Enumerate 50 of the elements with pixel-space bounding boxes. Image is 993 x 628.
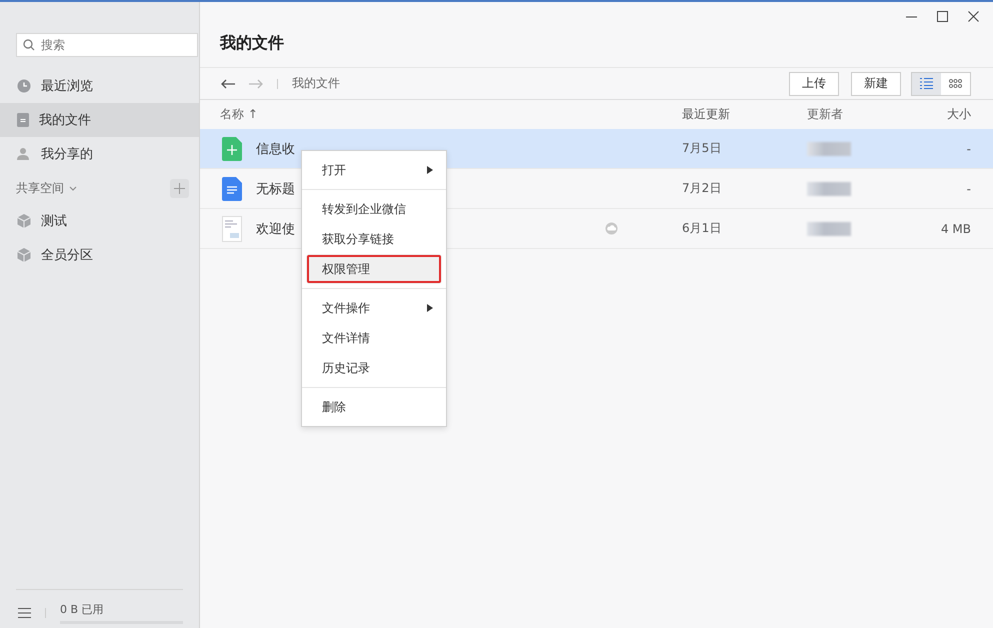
- document-icon: [17, 113, 29, 127]
- blurred-name: [807, 142, 851, 156]
- nav-item[interactable]: 测试: [0, 204, 199, 238]
- close-icon[interactable]: [968, 11, 979, 22]
- menu-item[interactable]: 历史记录: [302, 353, 446, 383]
- column-header[interactable]: 大小: [927, 106, 971, 123]
- column-header[interactable]: 更新者: [807, 106, 927, 123]
- column-header[interactable]: 名称 ↑: [220, 106, 682, 123]
- back-arrow-icon[interactable]: [221, 78, 235, 88]
- file-name: 无标题: [256, 180, 295, 198]
- size-cell-text: -: [966, 182, 971, 196]
- file-name: 信息收: [256, 140, 295, 158]
- document-thumbnail-icon: [222, 216, 242, 242]
- file-name: 欢迎使: [256, 220, 295, 238]
- section-header[interactable]: 共享空间: [16, 180, 77, 197]
- clock-icon: [17, 79, 31, 93]
- people-icon: [17, 147, 31, 161]
- cube-icon: [17, 214, 31, 228]
- menu-item[interactable]: 文件操作: [302, 293, 446, 323]
- menu-icon[interactable]: [18, 608, 31, 618]
- nav-item[interactable]: 最近浏览: [0, 69, 199, 103]
- plus-icon: [174, 183, 185, 194]
- nav-item[interactable]: 我的文件: [0, 103, 199, 137]
- size-cell-text: 4 MB: [940, 222, 971, 236]
- date-cell-text: 7月2日: [682, 180, 722, 197]
- search-field[interactable]: 搜索: [16, 33, 198, 57]
- nav-item[interactable]: 全员分区: [0, 238, 199, 272]
- grid-icon: [949, 79, 962, 88]
- breadcrumb[interactable]: 我的文件: [292, 75, 340, 92]
- menu-item[interactable]: 权限管理: [306, 254, 442, 284]
- list-view-button[interactable]: [912, 72, 941, 94]
- doc-file-icon: [222, 176, 242, 200]
- blurred-name: [807, 182, 851, 196]
- menu-item[interactable]: 删除: [302, 392, 446, 422]
- size-cell-text: -: [966, 142, 971, 156]
- maximize-icon[interactable]: [937, 11, 948, 22]
- column-header[interactable]: 最近更新: [682, 106, 807, 123]
- storage-text: 0 B 已用: [60, 602, 105, 617]
- date-cell-text: 6月1日: [682, 220, 722, 237]
- list-icon: [920, 78, 933, 89]
- date-cell-text: 7月5日: [682, 140, 722, 157]
- toolbar-button[interactable]: 上传: [789, 72, 839, 96]
- toolbar-button[interactable]: 新建: [851, 72, 901, 96]
- menu-item[interactable]: 文件详情: [302, 323, 446, 353]
- blurred-name: [807, 222, 851, 236]
- nav-item[interactable]: 我分享的: [0, 137, 199, 171]
- cube-icon: [17, 248, 31, 262]
- page-title: 我的文件: [220, 33, 285, 54]
- grid-view-button[interactable]: [941, 72, 970, 94]
- sheet-file-icon: [222, 136, 242, 160]
